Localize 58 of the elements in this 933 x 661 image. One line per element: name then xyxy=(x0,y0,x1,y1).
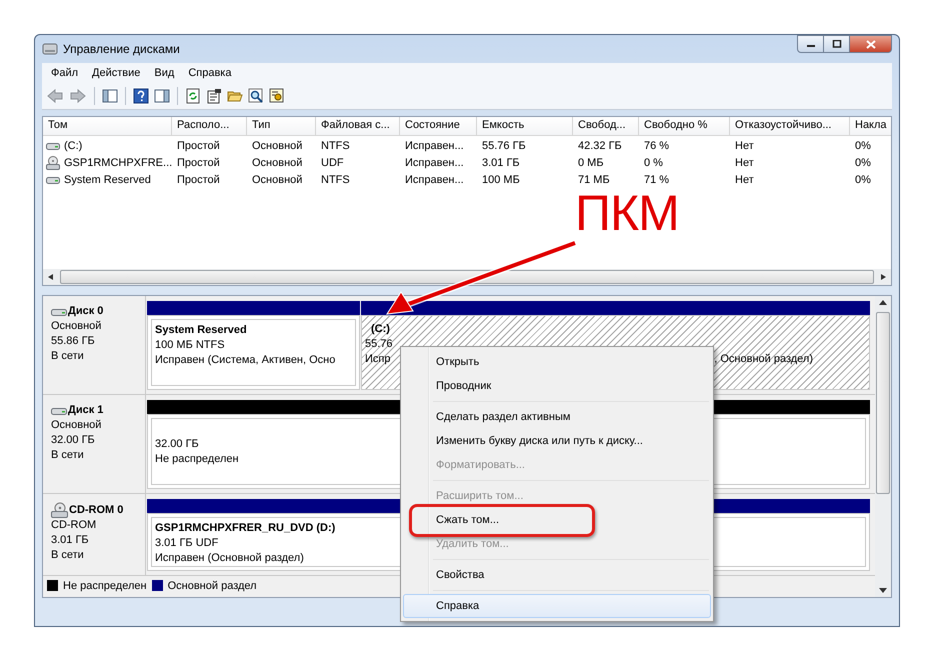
disk-size: 55.86 ГБ xyxy=(51,334,96,349)
table-cell: Исправен... xyxy=(405,140,464,152)
disk-status: В сети xyxy=(51,349,85,364)
table-cell: Исправен... xyxy=(405,156,464,168)
table-cell: 0% xyxy=(855,174,871,186)
partition-title: (C:) xyxy=(370,322,390,337)
table-cell: Основной xyxy=(252,174,302,186)
table-cell: Простой xyxy=(177,156,220,168)
partition-status: , Основной раздел) xyxy=(714,352,813,367)
window-title: Управление дисками xyxy=(63,42,180,56)
table-cell: UDF xyxy=(321,156,344,168)
table-cell: NTFS xyxy=(321,140,350,152)
table-cell: (C:) xyxy=(64,140,82,152)
partition-status: Исправен (Основной раздел) xyxy=(155,551,304,566)
disk-type: Основной xyxy=(51,319,102,334)
disk-name: CD-ROM 0 xyxy=(69,502,124,518)
table-cell: 71 % xyxy=(644,174,670,186)
table-cell: Исправен... xyxy=(405,174,464,186)
table-cell: Основной xyxy=(252,156,302,168)
table-cell: NTFS xyxy=(321,174,350,186)
table-cell: 42.32 ГБ xyxy=(578,140,622,152)
disk-type: Основной xyxy=(51,418,102,433)
table-cell: 76 % xyxy=(644,140,670,152)
table-cell: Нет xyxy=(735,140,754,152)
table-cell: System Reserved xyxy=(64,174,151,186)
table-cell: Нет xyxy=(735,174,754,186)
table-cell: 55.76 ГБ xyxy=(482,140,526,152)
disk-name: Диск 1 xyxy=(68,403,104,418)
table-cell: 0 % xyxy=(644,156,663,168)
table-cell: 0 МБ xyxy=(578,156,604,168)
partition-size: 100 МБ NTFS xyxy=(155,338,225,353)
disk-type: CD-ROM xyxy=(51,518,98,533)
table-cell: Простой xyxy=(177,140,220,152)
table-cell: 0% xyxy=(855,156,871,168)
table-cell: Простой xyxy=(177,174,220,186)
partition-size: 55.76 xyxy=(365,337,393,352)
partition-status: Исправен (Система, Активен, Осно xyxy=(155,353,336,368)
disk-size: 3.01 ГБ xyxy=(51,533,90,548)
table-cell: Основной xyxy=(252,140,302,152)
partition-size: 3.01 ГБ UDF xyxy=(155,536,218,551)
table-cell: 71 МБ xyxy=(578,174,610,186)
table-cell: 3.01 ГБ xyxy=(482,156,520,168)
partition-status: Не распределен xyxy=(155,452,239,466)
annotation-label: ПКМ xyxy=(575,185,679,241)
legend-label: Основной раздел xyxy=(168,580,257,592)
table-cell: 100 МБ xyxy=(482,174,520,186)
partition-title: GSP1RMCHPXFRER_RU_DVD (D:) xyxy=(155,521,336,536)
table-cell: GSP1RMCHPXFRE... xyxy=(64,156,172,168)
partition-title: System Reserved xyxy=(155,323,247,338)
partition-status: Испр xyxy=(365,352,390,367)
disk-size: 32.00 ГБ xyxy=(51,433,96,448)
disk-status: В сети xyxy=(51,448,85,463)
table-cell: 0% xyxy=(855,140,871,152)
disk-status: В сети xyxy=(51,548,85,563)
disk-name: Диск 0 xyxy=(68,304,104,319)
partition-size: 32.00 ГБ xyxy=(155,436,199,452)
table-cell: Нет xyxy=(735,156,754,168)
legend-label: Не распределен xyxy=(63,580,147,592)
